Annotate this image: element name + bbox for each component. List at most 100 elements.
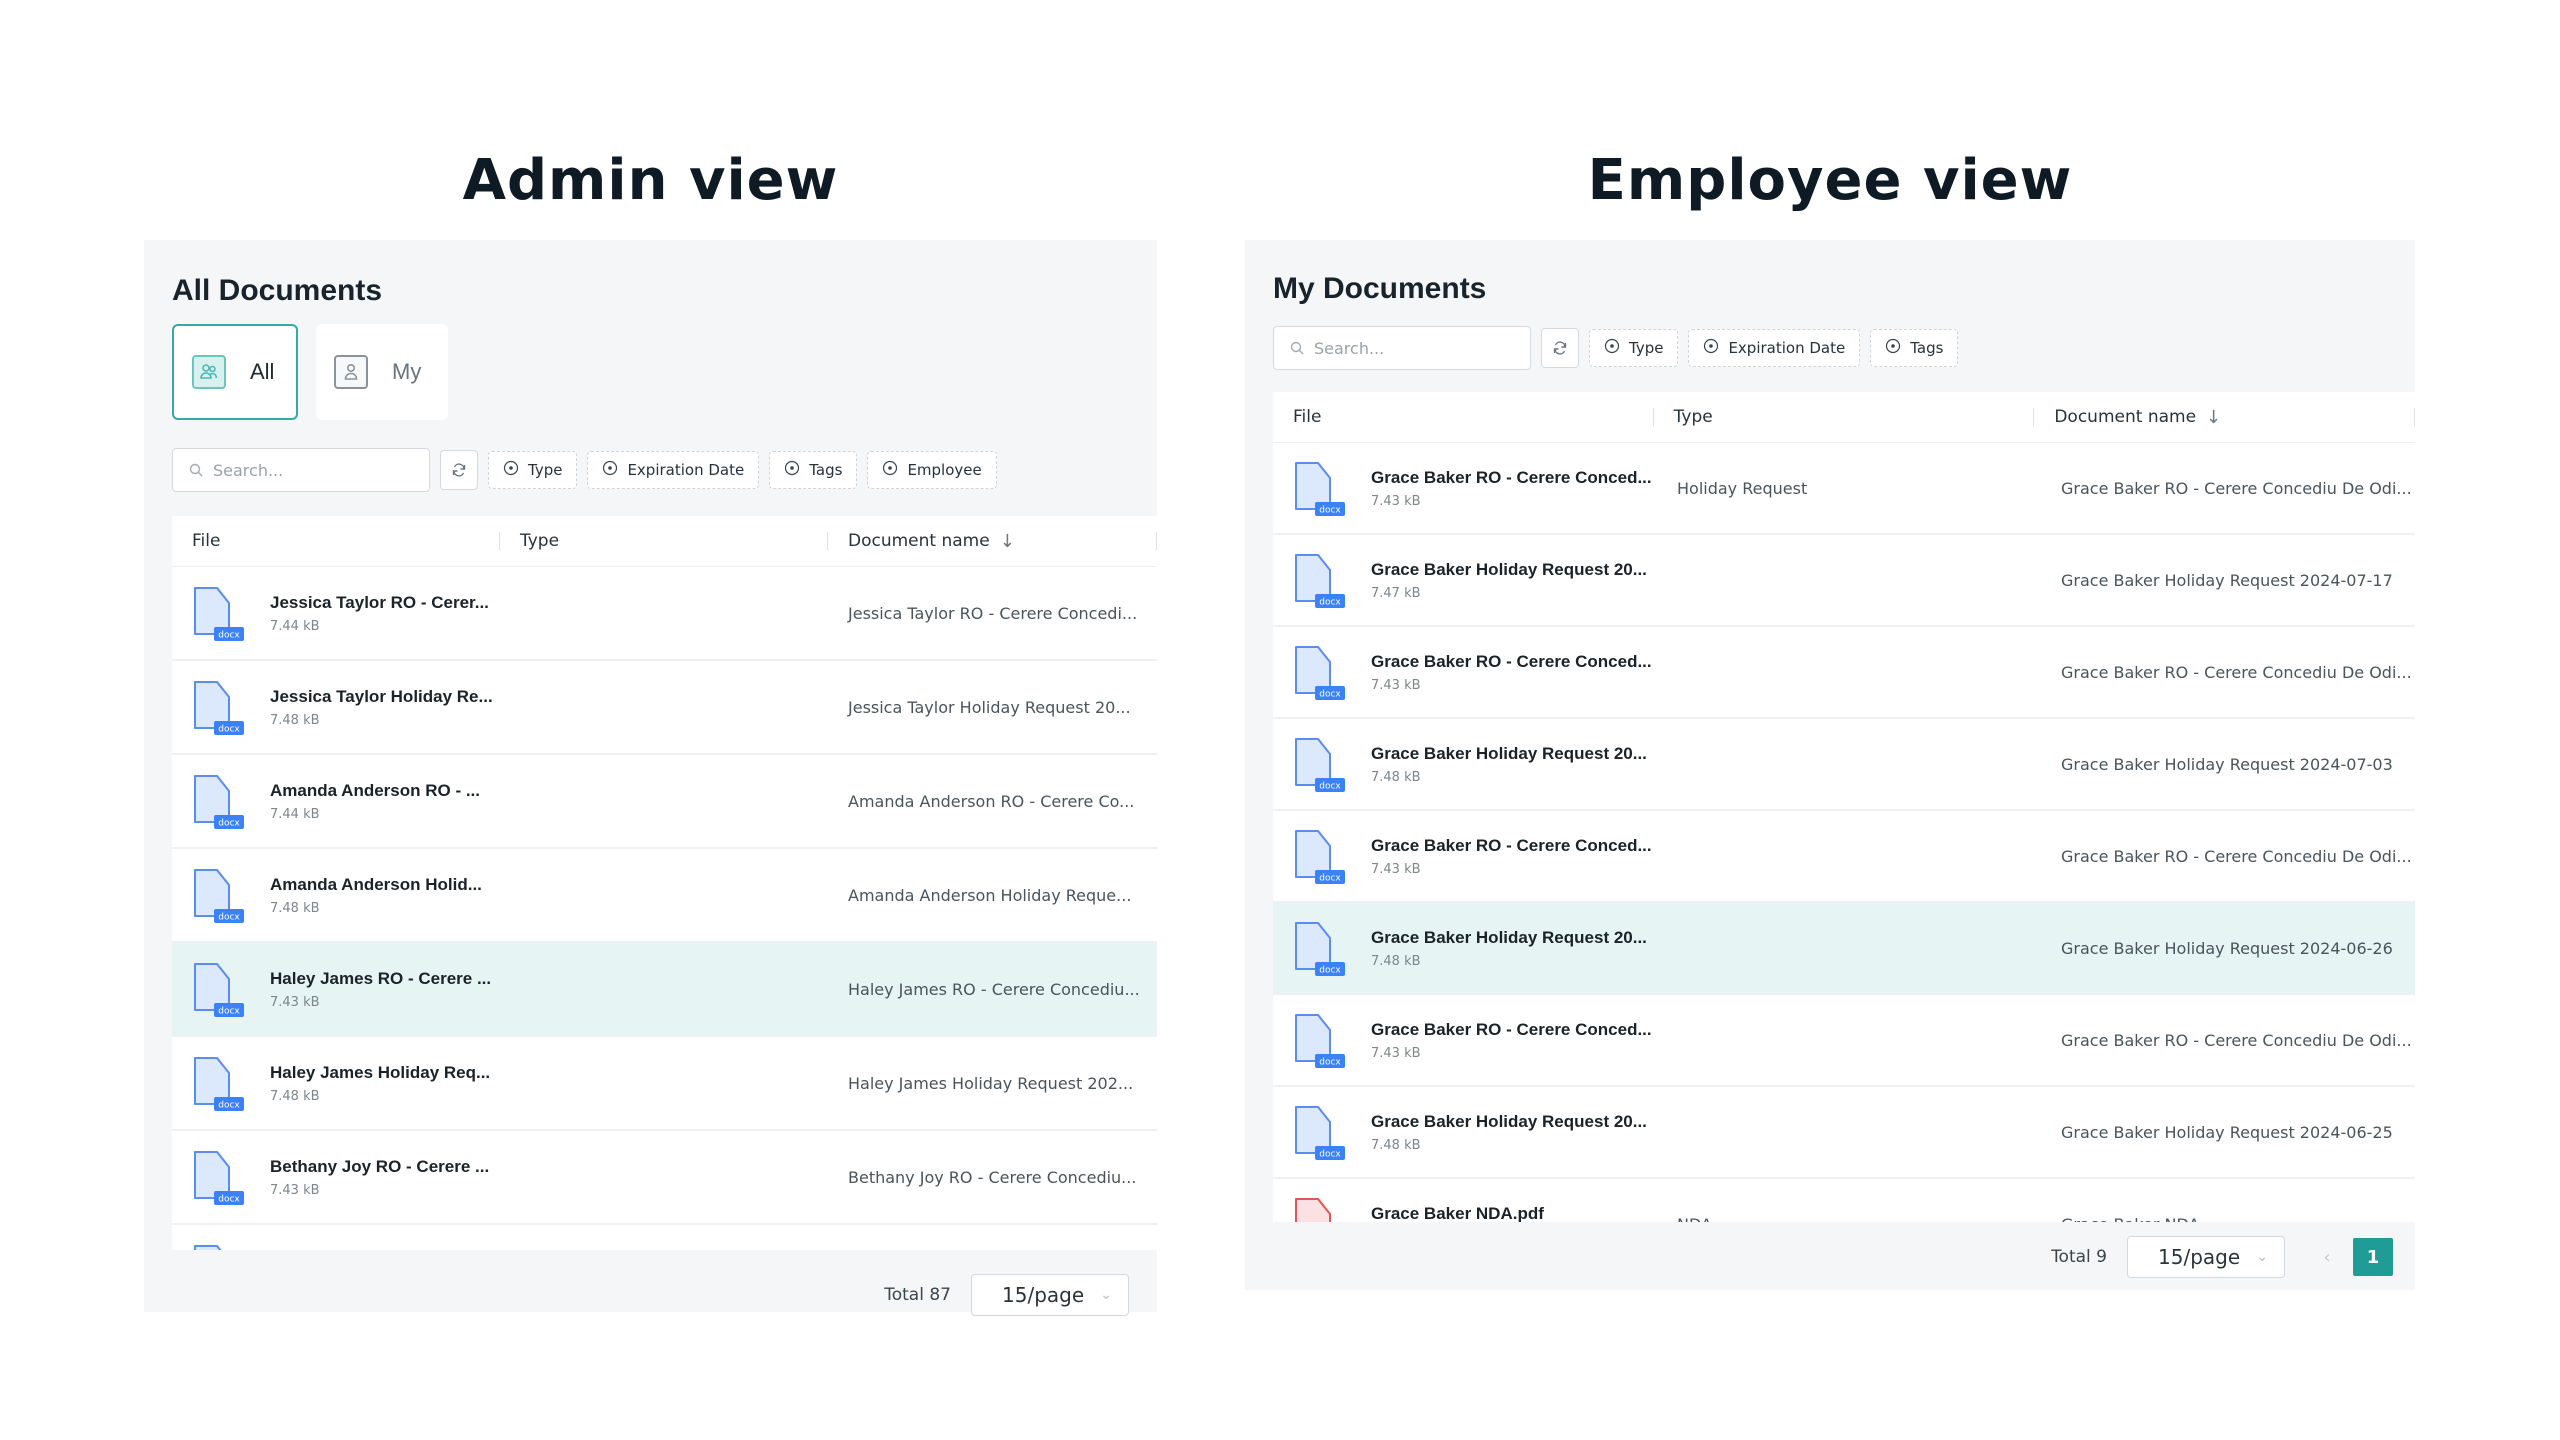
document-name: Grace Baker RO - Cerere Concediu De Odi.…	[2061, 478, 2412, 498]
scope-tab-my[interactable]: My	[316, 324, 448, 420]
table-row[interactable]: docx Grace Baker RO - Cerere Conced... 7.4…	[1273, 443, 2415, 535]
file-name[interactable]: Grace Baker Holiday Request 20...	[1371, 928, 1647, 948]
refresh-button[interactable]	[1541, 328, 1579, 368]
file-name[interactable]: Haley James Holiday Req...	[270, 1063, 490, 1083]
filter-employee[interactable]: Employee	[867, 451, 997, 489]
table-row[interactable]: docx Grace Baker RO - Cerere Conced... 7.4…	[1273, 995, 2415, 1087]
column-header-type[interactable]: Type	[1654, 392, 2035, 442]
file-name[interactable]: Grace Baker Holiday Request 20...	[1371, 1112, 1647, 1132]
file-cell[interactable]: Grace Baker NDA.pdf24.73 kB	[1273, 1194, 1657, 1222]
filter-tags[interactable]: Tags	[769, 451, 858, 489]
filter-tags[interactable]: Tags	[1870, 329, 1959, 367]
table-row[interactable]: docx Grace Baker Holiday Request 20... 7.4…	[1273, 1087, 2415, 1179]
docx-file-icon: docx	[1295, 738, 1345, 792]
file-cell[interactable]: docx Haley James RO - Cerere ... 7.43 kB	[172, 959, 500, 1019]
file-name[interactable]: Bethany Joy RO - Cerere ...	[270, 1157, 489, 1177]
column-header-document-name[interactable]: Document name ↓	[2034, 392, 2415, 442]
page-size-select[interactable]: 15/page ⌄	[971, 1274, 1129, 1316]
column-header-document-name[interactable]: Document name ↓	[828, 516, 1157, 566]
table-row[interactable]: docx Jessica Taylor RO - Cerer... 7.44 kB J…	[172, 567, 1157, 661]
file-name[interactable]: Grace Baker RO - Cerere Conced...	[1371, 1020, 1652, 1040]
pagination-bar: Total 9 15/page ⌄ ‹ 1	[2051, 1236, 2393, 1278]
docx-file-icon: docx	[194, 587, 244, 641]
previous-page-button[interactable]: ‹	[2309, 1238, 2345, 1276]
file-cell[interactable]: docx Grace Baker Holiday Request 20... 7.4…	[1273, 734, 1657, 794]
file-cell[interactable]: docx Grace Baker Holiday Request 20... 7.4…	[1273, 1102, 1657, 1162]
column-header-file[interactable]: File	[1273, 392, 1654, 442]
file-cell[interactable]: docx Grace Baker RO - Cerere Conced... 7.4…	[1273, 1010, 1657, 1070]
file-cell[interactable]: docx Haley James Holiday Req... 7.48 kB	[172, 1053, 500, 1113]
page-size-select[interactable]: 15/page ⌄	[2127, 1236, 2285, 1278]
file-extension-badge: docx	[1319, 874, 1341, 884]
file-cell[interactable]: docx Grace Baker Holiday Request 20... 7.4…	[1273, 550, 1657, 610]
file-name[interactable]: Amanda Anderson Holid...	[270, 875, 482, 895]
document-name: Grace Baker NDA	[2041, 1215, 2415, 1223]
total-count: Total 87	[884, 1285, 951, 1305]
filter-type[interactable]: Type	[488, 451, 578, 489]
user-icon	[334, 355, 368, 389]
file-cell[interactable]: docxBethany Joy Holiday Req...	[172, 1241, 500, 1250]
file-name[interactable]: Grace Baker Holiday Request 20...	[1371, 744, 1647, 764]
table-row[interactable]: docx Grace Baker RO - Cerere Conced... 7.4…	[1273, 627, 2415, 719]
file-name[interactable]: Grace Baker Holiday Request 20...	[1371, 560, 1647, 580]
file-name[interactable]: Jessica Taylor RO - Cerer...	[270, 593, 489, 613]
table-row[interactable]: docx Grace Baker Holiday Request 20... 7.4…	[1273, 903, 2415, 995]
docx-file-icon: docx	[194, 1245, 222, 1250]
scope-tab-all[interactable]: All	[172, 324, 298, 420]
file-name[interactable]: Jessica Taylor Holiday Re...	[270, 687, 493, 707]
table-row[interactable]: docx Haley James RO - Cerere ... 7.43 kB Ha…	[172, 943, 1157, 1037]
scope-tab-label: All	[250, 359, 275, 384]
search-box[interactable]	[172, 448, 430, 492]
filter-label: Expiration Date	[627, 461, 745, 479]
table-row[interactable]: docx Grace Baker RO - Cerere Conced... 7.4…	[1273, 811, 2415, 903]
file-name[interactable]: Grace Baker RO - Cerere Conced...	[1371, 652, 1652, 672]
table-row[interactable]: docxBethany Joy Holiday Req...Bethany Jo…	[172, 1225, 1157, 1250]
file-name[interactable]: Amanda Anderson RO - ...	[270, 781, 480, 801]
file-name[interactable]: Grace Baker RO - Cerere Conced...	[1371, 468, 1652, 488]
search-box[interactable]	[1273, 326, 1531, 370]
table-row[interactable]: docx Grace Baker Holiday Request 20... 7.4…	[1273, 535, 2415, 627]
file-cell[interactable]: docx Amanda Anderson Holid... 7.48 kB	[172, 865, 500, 925]
table-row[interactable]: docx Grace Baker Holiday Request 20... 7.4…	[1273, 719, 2415, 811]
file-cell[interactable]: docx Amanda Anderson RO - ... 7.44 kB	[172, 771, 500, 831]
file-cell[interactable]: docx Grace Baker RO - Cerere Conced... 7.4…	[1273, 642, 1657, 702]
file-cell[interactable]: docx Grace Baker RO - Cerere Conced... 7.4…	[1273, 458, 1657, 518]
file-name[interactable]: Haley James RO - Cerere ...	[270, 969, 491, 989]
filter-expiration-date[interactable]: Expiration Date	[587, 451, 760, 489]
add-filter-icon	[784, 460, 800, 480]
sort-descending-icon[interactable]: ↓	[2206, 407, 2221, 428]
file-cell[interactable]: docx Bethany Joy RO - Cerere ... 7.43 kB	[172, 1147, 500, 1207]
file-size: 7.48 kB	[1371, 769, 1421, 785]
table-row[interactable]: Grace Baker NDA.pdf24.73 kBNDAGrace Bake…	[1273, 1179, 2415, 1222]
filter-type[interactable]: Type	[1589, 329, 1679, 367]
table-header: File Type Document name ↓	[172, 516, 1157, 567]
document-name: Grace Baker Holiday Request 2024-06-26	[2061, 938, 2393, 958]
column-header-file[interactable]: File	[172, 516, 500, 566]
filter-expiration-date[interactable]: Expiration Date	[1688, 329, 1861, 367]
page-1-button[interactable]: 1	[2353, 1238, 2393, 1276]
file-extension-badge: docx	[1319, 966, 1341, 976]
docx-file-icon: docx	[1295, 462, 1345, 516]
file-extension-badge: docx	[218, 631, 240, 641]
table-row[interactable]: docx Haley James Holiday Req... 7.48 kB Hal…	[172, 1037, 1157, 1131]
pagination-bar: Total 87 15/page ⌄	[884, 1274, 1129, 1316]
file-size: 7.43 kB	[270, 994, 320, 1010]
file-cell[interactable]: docx Grace Baker RO - Cerere Conced... 7.4…	[1273, 826, 1657, 886]
search-input[interactable]	[1312, 337, 1516, 359]
search-icon	[1290, 341, 1304, 355]
column-header-type[interactable]: Type	[500, 516, 828, 566]
table-row[interactable]: docx Amanda Anderson RO - ... 7.44 kB Amand…	[172, 755, 1157, 849]
file-cell[interactable]: docx Grace Baker Holiday Request 20... 7.4…	[1273, 918, 1657, 978]
table-body: docx Grace Baker RO - Cerere Conced... 7.4…	[1273, 443, 2415, 1222]
file-name[interactable]: Grace Baker RO - Cerere Conced...	[1371, 836, 1652, 856]
table-row[interactable]: docx Bethany Joy RO - Cerere ... 7.43 kB Be…	[172, 1131, 1157, 1225]
table-row[interactable]: docx Jessica Taylor Holiday Re... 7.48 kB J…	[172, 661, 1157, 755]
file-cell[interactable]: docx Jessica Taylor Holiday Re... 7.48 kB	[172, 677, 500, 737]
refresh-button[interactable]	[440, 450, 478, 490]
file-name[interactable]: Grace Baker NDA.pdf	[1371, 1204, 1544, 1223]
table-row[interactable]: docx Amanda Anderson Holid... 7.48 kB Amand…	[172, 849, 1157, 943]
file-cell[interactable]: docx Jessica Taylor RO - Cerer... 7.44 kB	[172, 583, 500, 643]
docx-file-icon: docx	[194, 963, 244, 1017]
sort-descending-icon[interactable]: ↓	[1000, 531, 1015, 552]
search-input[interactable]	[211, 459, 415, 481]
